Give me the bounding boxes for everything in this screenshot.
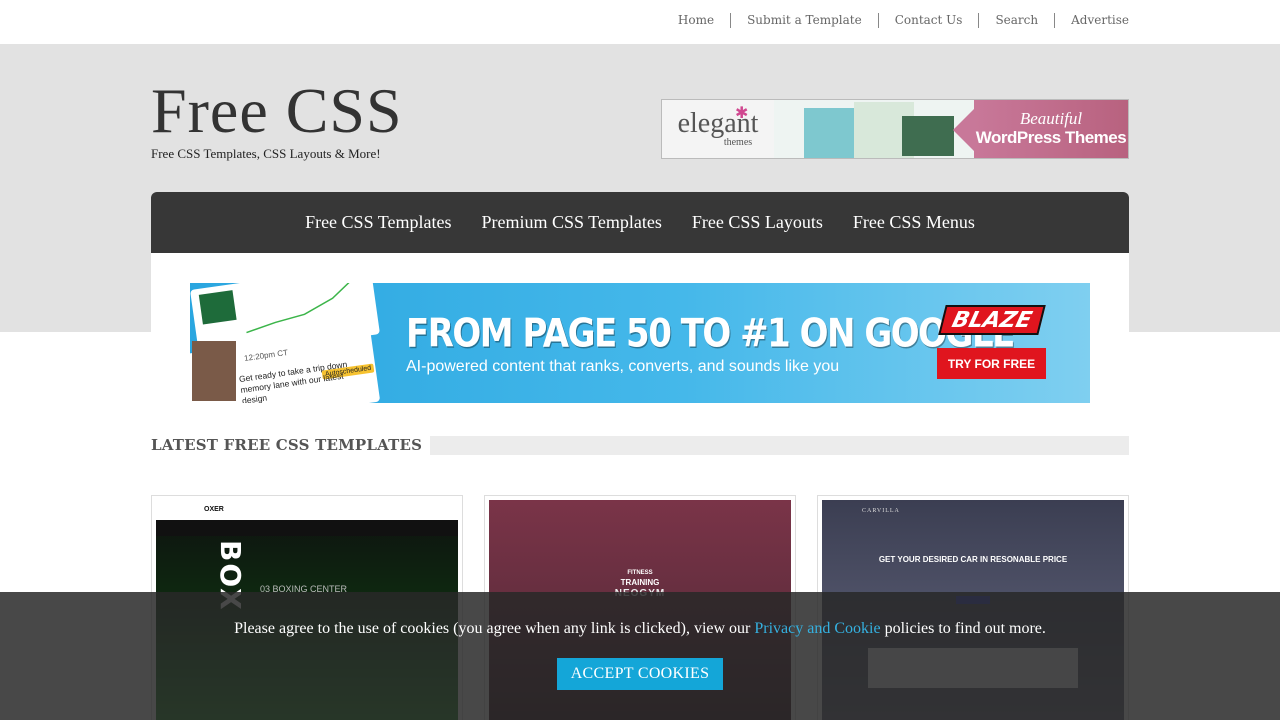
nav-free-css-menus[interactable]: Free CSS Menus — [853, 212, 975, 233]
section-divider — [430, 436, 1129, 455]
topnav-advertise-link[interactable]: Advertise — [1054, 13, 1129, 28]
banner-headline: FROM PAGE 50 TO #1 ON GOOGLE — [406, 311, 1015, 357]
main-navigation: Free CSS Templates Premium CSS Templates… — [151, 192, 1129, 253]
blaze-logo: BLAZE — [938, 305, 1046, 335]
template-line: FITNESS — [627, 570, 653, 576]
top-navigation: Home Submit a Template Contact Us Search… — [662, 13, 1129, 28]
topnav-search-link[interactable]: Search — [978, 13, 1054, 28]
nav-free-css-templates[interactable]: Free CSS Templates — [305, 212, 451, 233]
banner-illustration: 12:20pm CT Autoscheduled Get ready to ta… — [190, 283, 390, 403]
cookie-message: Please agree to the use of cookies (you … — [234, 620, 1046, 637]
arrow-icon — [953, 108, 975, 152]
top-bar: Home Submit a Template Contact Us Search… — [0, 0, 1280, 44]
site-tagline: Free CSS Templates, CSS Layouts & More! — [151, 146, 381, 161]
elegant-themes-logo: elegant ✱ themes — [662, 100, 774, 158]
try-for-free-button[interactable]: TRY FOR FREE — [937, 348, 1046, 379]
topnav-submit-template-link[interactable]: Submit a Template — [730, 13, 878, 28]
elegant-themes-ad[interactable]: elegant ✱ themes Beautiful WordPress Them… — [661, 99, 1129, 159]
cookie-consent-bar: Please agree to the use of cookies (you … — [0, 592, 1280, 720]
accept-cookies-button[interactable]: ACCEPT COOKIES — [557, 658, 723, 690]
blaze-banner-ad[interactable]: 12:20pm CT Autoscheduled Get ready to ta… — [190, 283, 1090, 403]
template-brand: CARVILLA — [862, 508, 900, 514]
nav-premium-css-templates[interactable]: Premium CSS Templates — [481, 212, 661, 233]
theme-screenshots — [774, 100, 975, 158]
site-logo[interactable]: Free CSS — [151, 78, 403, 144]
topnav-contact-link[interactable]: Contact Us — [877, 13, 979, 28]
privacy-cookie-link[interactable]: Privacy and Cookie — [754, 620, 880, 637]
template-line: TRAINING — [620, 578, 660, 587]
person-photo — [192, 341, 236, 401]
nav-free-css-layouts[interactable]: Free CSS Layouts — [692, 212, 823, 233]
ad-promo-text: Beautiful WordPress Themes — [974, 100, 1128, 158]
template-hero-text: GET YOUR DESIRED CAR IN RESONABLE PRICE — [878, 555, 1068, 564]
banner-subtitle: AI-powered content that ranks, converts,… — [406, 358, 840, 375]
flower-icon: ✱ — [735, 104, 749, 122]
section-title: LATEST FREE CSS TEMPLATES — [151, 436, 423, 454]
topnav-home-link[interactable]: Home — [662, 13, 730, 28]
template-brand: OXER — [204, 506, 224, 513]
